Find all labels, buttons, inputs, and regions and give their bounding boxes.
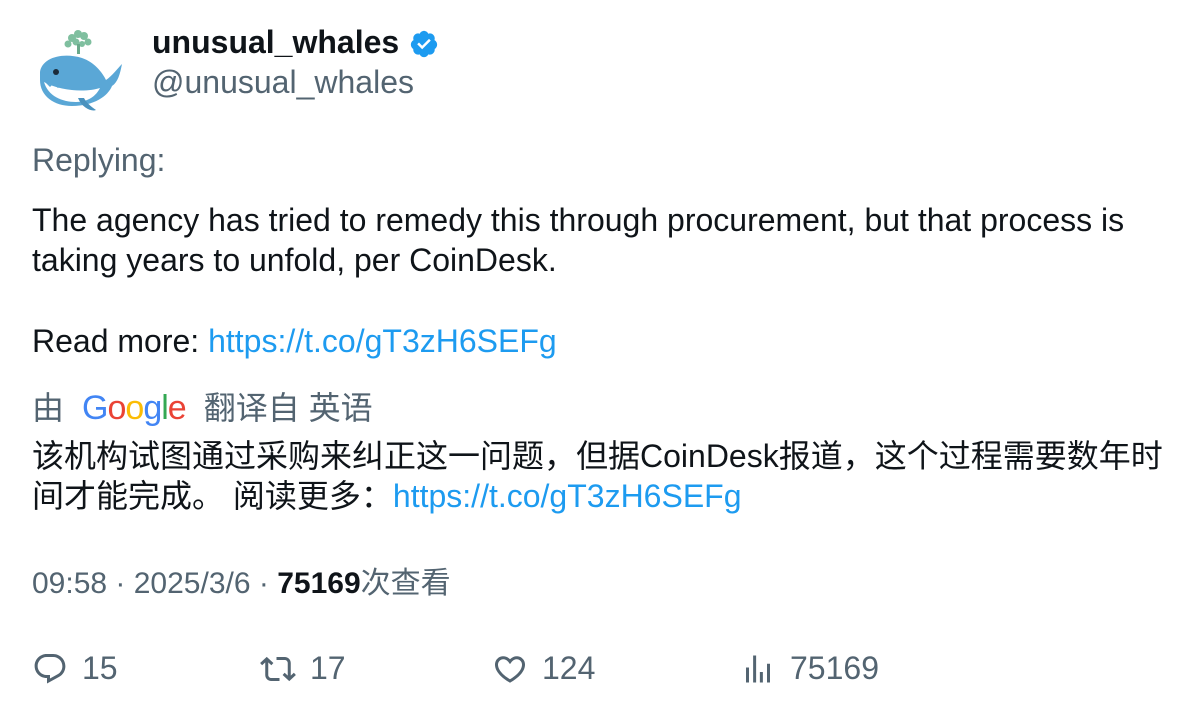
tweet-header: unusual_whales @unusual_whales: [32, 24, 439, 120]
translation-suffix: 翻译自 英语: [203, 390, 373, 426]
tweet-meta: 09:58 · 2025/3/6 · 75169次查看: [32, 564, 451, 604]
translation-attribution: 由 Google 翻译自 英语: [32, 386, 373, 430]
verified-badge-icon: [411, 30, 438, 58]
views-action-count: 75169: [790, 650, 879, 686]
views-count: 75169: [277, 567, 361, 600]
translation-prefix: 由: [32, 390, 65, 426]
reply-icon: [34, 653, 66, 684]
views-button[interactable]: 75169: [740, 650, 879, 687]
read-more-label: Read more:: [32, 323, 209, 359]
google-logo: Google: [82, 389, 187, 427]
views-label: 次查看: [360, 567, 451, 600]
like-count: 124: [542, 650, 596, 686]
like-button[interactable]: 124: [492, 650, 740, 687]
tweet-time[interactable]: 09:58: [32, 567, 107, 600]
tweet-link[interactable]: https://t.co/gT3zH6SEFg: [208, 323, 557, 359]
author-name-row[interactable]: unusual_whales: [152, 24, 439, 60]
tweet-body: The agency has tried to remedy this thro…: [32, 200, 1172, 280]
reply-count: 15: [82, 650, 118, 686]
tweet-date[interactable]: 2025/3/6: [134, 567, 251, 600]
translated-link[interactable]: https://t.co/gT3zH6SEFg: [393, 478, 742, 514]
retweet-button[interactable]: 17: [260, 650, 492, 687]
heart-icon: [494, 655, 526, 683]
retweet-icon: [260, 656, 296, 681]
replying-label: Replying:: [32, 142, 166, 178]
retweet-count: 17: [310, 650, 346, 686]
tweet-text: The agency has tried to remedy this thro…: [32, 202, 1125, 278]
tweet-read-more: Read more: https://t.co/gT3zH6SEFg: [32, 320, 557, 362]
action-bar: 15 17 124 75169: [32, 650, 879, 687]
whale-avatar-icon[interactable]: [32, 24, 128, 120]
reply-button[interactable]: 15: [32, 650, 260, 687]
author-handle[interactable]: @unusual_whales: [152, 60, 439, 104]
meta-separator-2: ·: [250, 567, 278, 600]
author-display-name[interactable]: unusual_whales: [152, 24, 399, 60]
translated-text-block: 该机构试图通过采购来纠正这一问题，但据CoinDesk报道，这个过程需要数年时间…: [32, 436, 1172, 516]
analytics-icon: [746, 655, 770, 682]
meta-separator-1: ·: [107, 567, 134, 600]
